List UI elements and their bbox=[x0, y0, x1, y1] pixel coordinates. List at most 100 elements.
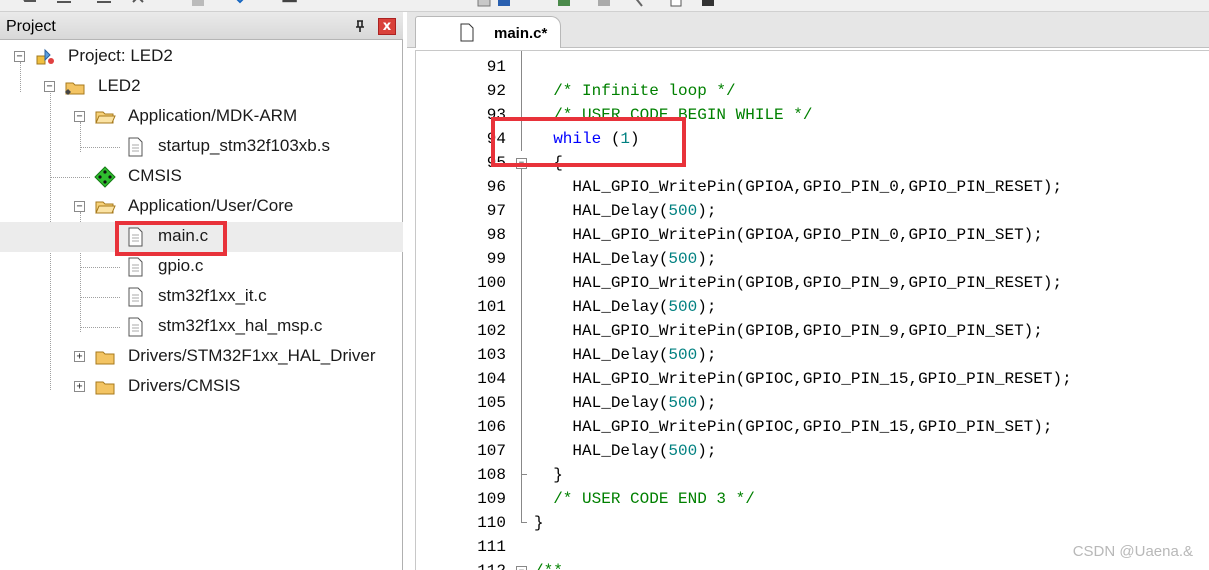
code-number: 500 bbox=[668, 346, 698, 364]
line-number: 111 bbox=[477, 538, 506, 556]
tree-item-label: stm32f1xx_it.c bbox=[158, 286, 267, 305]
tree-item-group-hal-driver[interactable]: + Drivers/STM32F1xx_HAL_Driver bbox=[0, 342, 403, 372]
folder-icon bbox=[95, 381, 115, 395]
code-text: HAL_GPIO_WritePin(GPIOB,GPIO_PIN_9,GPIO_… bbox=[534, 319, 1043, 343]
toolbar-window-icon[interactable] bbox=[668, 0, 684, 8]
tree-item-target[interactable]: − LED2 bbox=[0, 72, 403, 102]
line-number: 106 bbox=[477, 418, 506, 436]
code-line: 98 HAL_GPIO_WritePin(GPIOA,GPIO_PIN_0,GP… bbox=[416, 223, 1209, 247]
collapse-toggle[interactable]: − bbox=[74, 201, 85, 212]
code-text: HAL_GPIO_WritePin(GPIOC,GPIO_PIN_15,GPIO… bbox=[534, 367, 1071, 391]
folder-icon bbox=[95, 351, 115, 365]
tree-item-file-gpio[interactable]: gpio.c bbox=[0, 252, 403, 282]
code-comment: /* Infinite loop */ bbox=[553, 82, 736, 100]
toolbar-unindent-icon[interactable] bbox=[96, 0, 112, 8]
toolbar bbox=[0, 0, 1209, 12]
code-text: HAL_Delay(500); bbox=[534, 439, 716, 463]
tree-item-file-startup[interactable]: startup_stm32f103xb.s bbox=[0, 132, 403, 162]
code-text: /* USER CODE END 3 */ bbox=[534, 487, 755, 511]
code-text: HAL_GPIO_WritePin(GPIOA,GPIO_PIN_0,GPIO_… bbox=[534, 223, 1043, 247]
tree-item-group-drivers-cmsis[interactable]: + Drivers/CMSIS bbox=[0, 372, 403, 402]
tree-item-label: LED2 bbox=[98, 76, 141, 95]
code-token: HAL_GPIO_WritePin(GPIOB,GPIO_PIN_9,GPIO_… bbox=[534, 274, 1063, 292]
toolbar-manage-icon[interactable] bbox=[596, 0, 612, 8]
line-number: 103 bbox=[477, 346, 506, 364]
code-text: HAL_Delay(500); bbox=[534, 247, 716, 271]
code-text: HAL_Delay(500); bbox=[534, 391, 716, 415]
file-icon bbox=[128, 137, 143, 157]
tree-item-cmsis[interactable]: CMSIS bbox=[0, 162, 403, 192]
file-icon bbox=[128, 257, 143, 277]
toolbar-find-icon[interactable] bbox=[232, 0, 248, 8]
code-token: HAL_Delay( bbox=[534, 250, 669, 268]
toolbar-arrow-icon[interactable] bbox=[22, 0, 38, 8]
toolbar-debug-icon[interactable] bbox=[476, 0, 492, 8]
code-token: ); bbox=[697, 298, 717, 316]
tree-item-label: startup_stm32f103xb.s bbox=[158, 136, 330, 155]
collapse-toggle[interactable]: − bbox=[74, 111, 85, 122]
code-token: HAL_GPIO_WritePin(GPIOC,GPIO_PIN_15,GPIO… bbox=[534, 418, 1053, 436]
folder-open-icon bbox=[95, 201, 116, 214]
close-pane-button[interactable]: x bbox=[378, 18, 396, 35]
toolbar-bookmark-icon[interactable] bbox=[130, 0, 146, 8]
toolbar-run-icon[interactable] bbox=[496, 0, 512, 8]
tree-item-file-it[interactable]: stm32f1xx_it.c bbox=[0, 282, 403, 312]
line-number: 96 bbox=[486, 178, 506, 196]
collapse-toggle[interactable]: − bbox=[44, 81, 55, 92]
line-number: 112 bbox=[416, 559, 506, 570]
code-number: 500 bbox=[668, 202, 698, 220]
line-number: 101 bbox=[477, 298, 506, 316]
toolbar-config-icon[interactable] bbox=[700, 0, 716, 8]
toolbar-target-icon[interactable] bbox=[282, 0, 298, 8]
collapse-toggle[interactable]: − bbox=[14, 51, 25, 62]
code-token: ); bbox=[697, 442, 717, 460]
toolbar-pack-icon[interactable] bbox=[630, 0, 646, 8]
code-text: } bbox=[534, 463, 563, 487]
line-number: 99 bbox=[486, 250, 506, 268]
tree-item-project[interactable]: − Project: LED2 bbox=[0, 42, 403, 72]
toolbar-build-icon[interactable] bbox=[190, 0, 206, 8]
code-token: HAL_GPIO_WritePin(GPIOA,GPIO_PIN_0,GPIO_… bbox=[534, 226, 1043, 244]
code-line: 103 HAL_Delay(500); bbox=[416, 343, 1209, 367]
code-number: 500 bbox=[668, 394, 698, 412]
code-line: 104 HAL_GPIO_WritePin(GPIOC,GPIO_PIN_15,… bbox=[416, 367, 1209, 391]
line-number: 108 bbox=[477, 466, 506, 484]
code-token: HAL_GPIO_WritePin(GPIOB,GPIO_PIN_9,GPIO_… bbox=[534, 322, 1043, 340]
code-token: HAL_Delay( bbox=[534, 346, 669, 364]
pin-icon[interactable] bbox=[352, 18, 368, 34]
tree-item-file-hal-msp[interactable]: stm32f1xx_hal_msp.c bbox=[0, 312, 403, 342]
tree-item-label: CMSIS bbox=[128, 166, 182, 185]
toolbar-indent-icon[interactable] bbox=[56, 0, 72, 8]
project-pane: Project x − Project: LED2 − LED2 − Appli… bbox=[0, 12, 403, 570]
tab-label: main.c* bbox=[494, 25, 548, 42]
target-folder-icon bbox=[65, 82, 85, 95]
editor-area: main.c* 91 92 /* Infinite loop */93 /* US… bbox=[407, 12, 1209, 570]
expand-toggle[interactable]: + bbox=[74, 351, 85, 362]
code-line: 112 /** bbox=[416, 559, 1209, 570]
code-text: /** bbox=[534, 559, 563, 570]
code-text: HAL_GPIO_WritePin(GPIOB,GPIO_PIN_9,GPIO_… bbox=[534, 271, 1062, 295]
fold-toggle[interactable]: − bbox=[516, 566, 527, 570]
toolbar-options-icon[interactable] bbox=[556, 0, 572, 8]
code-token: HAL_Delay( bbox=[534, 442, 669, 460]
tree-item-label: stm32f1xx_hal_msp.c bbox=[158, 316, 323, 335]
line-number: 107 bbox=[477, 442, 506, 460]
tree-item-group-user-core[interactable]: − Application/User/Core bbox=[0, 192, 403, 222]
code-token: ); bbox=[697, 202, 717, 220]
code-line: 91 bbox=[416, 55, 1209, 79]
tree-item-label: Project: LED2 bbox=[68, 46, 173, 65]
project-pane-title: Project bbox=[6, 18, 56, 35]
expand-toggle[interactable]: + bbox=[74, 381, 85, 392]
tab-main-c[interactable]: main.c* bbox=[415, 16, 561, 48]
file-icon bbox=[128, 317, 143, 337]
file-icon bbox=[128, 287, 143, 307]
code-line: 99 HAL_Delay(500); bbox=[416, 247, 1209, 271]
fold-guide bbox=[521, 475, 522, 522]
code-line: 97 HAL_Delay(500); bbox=[416, 199, 1209, 223]
code-token: HAL_Delay( bbox=[534, 298, 669, 316]
tree-item-group-mdk-arm[interactable]: − Application/MDK-ARM bbox=[0, 102, 403, 132]
code-token: ); bbox=[697, 394, 717, 412]
annotation-highlight-while-loop bbox=[491, 117, 686, 167]
project-pane-header: Project x bbox=[0, 12, 403, 40]
code-line: 92 /* Infinite loop */ bbox=[416, 79, 1209, 103]
